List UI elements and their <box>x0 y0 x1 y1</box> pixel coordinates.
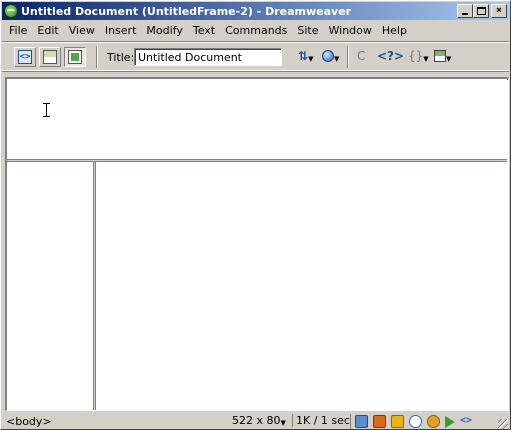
document-title-input[interactable]: Untitled Document <box>134 48 282 66</box>
menu-help[interactable]: Help <box>377 22 412 39</box>
close-button[interactable]: × <box>491 4 507 18</box>
toolbar-separator <box>96 46 98 68</box>
design-view-area <box>5 77 509 411</box>
left-frame[interactable] <box>7 162 93 410</box>
title-label: Title: <box>107 51 135 64</box>
menu-text[interactable]: Text <box>188 22 220 39</box>
chevron-down-icon: ▼ <box>446 55 452 63</box>
design-view-button[interactable] <box>64 47 86 67</box>
behaviors-icon[interactable] <box>409 415 422 428</box>
code-view-button[interactable]: <> <box>14 47 36 67</box>
reference-button[interactable]: <?> <box>377 49 404 65</box>
window-title: Untitled Document (UntitledFrame-2) - Dr… <box>21 4 352 18</box>
code-nav-icon: {} <box>408 49 424 63</box>
menu-modify[interactable]: Modify <box>141 22 187 39</box>
view-options-icon <box>434 50 446 62</box>
history-icon[interactable] <box>427 415 440 428</box>
menu-commands[interactable]: Commands <box>220 22 292 39</box>
menu-window[interactable]: Window <box>324 22 377 39</box>
reference-icon: <?> <box>377 49 405 63</box>
dreamweaver-app-icon[interactable] <box>4 4 18 18</box>
chevron-down-icon: ▼ <box>308 55 314 63</box>
refresh-icon: C <box>357 49 366 63</box>
refresh-button[interactable]: C <box>357 49 365 65</box>
code-view-icon: <> <box>18 50 32 64</box>
minimize-icon <box>462 13 468 15</box>
top-frame[interactable] <box>7 79 507 159</box>
maximize-icon <box>477 7 486 15</box>
chevron-down-icon: ▼ <box>280 419 286 427</box>
code-nav-button[interactable]: {}▼ <box>408 49 429 65</box>
menu-site[interactable]: Site <box>292 22 323 39</box>
title-bar[interactable]: Untitled Document (UntitledFrame-2) - Dr… <box>2 2 509 20</box>
download-stats: 1K / 1 sec <box>292 414 350 427</box>
assets-icon[interactable] <box>373 415 386 428</box>
maximize-button[interactable] <box>473 4 489 18</box>
preview-browser-icon <box>322 50 334 62</box>
document-toolbar: <> Title: Untitled Document ⇅▼ ▼ C <?> {… <box>2 41 509 71</box>
menu-view[interactable]: View <box>64 22 100 39</box>
menu-insert[interactable]: Insert <box>100 22 142 39</box>
status-bar: <body> 522 x 80▼ 1K / 1 sec <> <box>2 413 509 430</box>
window-controls: × <box>457 4 507 18</box>
minimize-button[interactable] <box>457 4 473 18</box>
file-management-button[interactable]: ⇅▼ <box>298 49 313 65</box>
window-size-popup[interactable]: 522 x 80▼ <box>232 414 286 427</box>
site-icon[interactable] <box>355 415 368 428</box>
file-management-icon: ⇅ <box>298 49 309 63</box>
chevron-down-icon: ▼ <box>423 55 429 63</box>
dreamweaver-window: Untitled Document (UntitledFrame-2) - Dr… <box>0 0 511 430</box>
main-frame[interactable] <box>96 162 507 410</box>
code-inspector-icon[interactable]: <> <box>460 415 472 428</box>
menu-file[interactable]: File <box>4 22 32 39</box>
design-view-icon <box>68 50 82 64</box>
play-icon[interactable] <box>445 415 455 428</box>
menu-bar: File Edit View Insert Modify Text Comman… <box>2 21 509 40</box>
chevron-down-icon: ▼ <box>334 55 340 63</box>
text-cursor-icon <box>43 103 51 117</box>
window-size-value: 522 x 80 <box>232 414 281 427</box>
menu-edit[interactable]: Edit <box>32 22 63 39</box>
resize-grip-icon[interactable] <box>498 419 508 429</box>
view-options-button[interactable]: ▼ <box>434 49 451 65</box>
close-icon: × <box>495 5 503 16</box>
toolbar-separator <box>347 46 349 68</box>
split-view-button[interactable] <box>39 47 61 67</box>
html-styles-icon[interactable] <box>391 415 404 428</box>
split-view-icon <box>43 50 57 64</box>
preview-browser-button[interactable]: ▼ <box>322 49 339 65</box>
mini-launcher: <> <box>350 414 472 429</box>
tag-selector[interactable]: <body> <box>6 415 52 428</box>
